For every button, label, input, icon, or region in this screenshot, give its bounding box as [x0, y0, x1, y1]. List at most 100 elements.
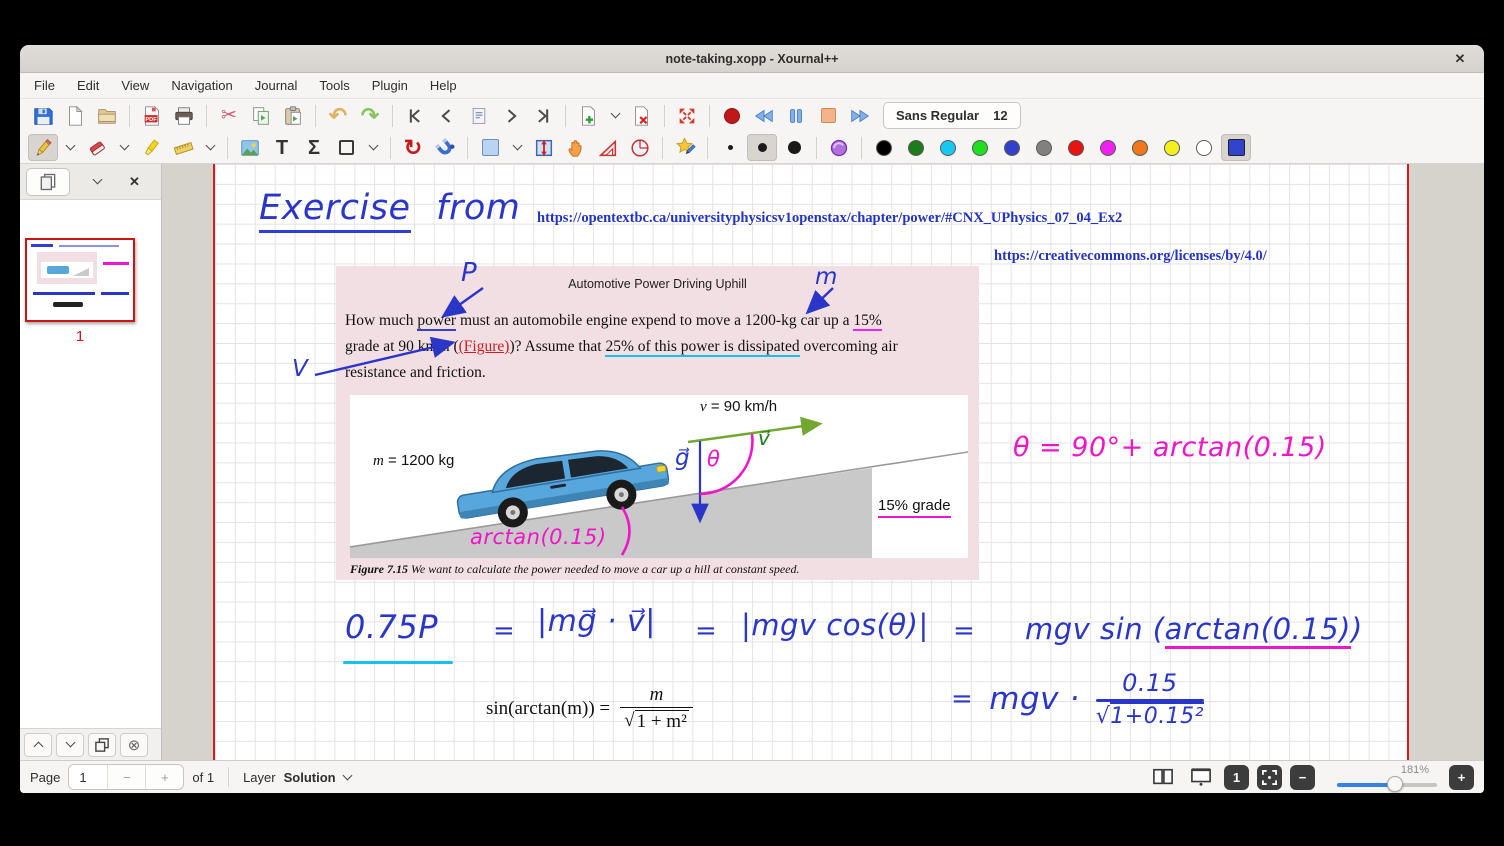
- zoom-slider-thumb[interactable]: [1387, 776, 1403, 792]
- delete-page-button[interactable]: [627, 102, 657, 129]
- dual-page-view-button[interactable]: [1148, 764, 1178, 791]
- stop-button[interactable]: [813, 102, 843, 129]
- insert-image-button[interactable]: [235, 134, 265, 161]
- add-page-dropdown[interactable]: [605, 102, 625, 129]
- menu-edit[interactable]: Edit: [77, 78, 99, 93]
- move-page-down-button[interactable]: [56, 733, 84, 757]
- color-magenta-button[interactable]: [1093, 134, 1123, 161]
- document-page[interactable]: Exercise from https://opentextbc.ca/univ…: [213, 164, 1409, 760]
- theta-label: θ: [707, 447, 720, 471]
- goto-page-button[interactable]: [464, 102, 494, 129]
- move-page-up-button[interactable]: [24, 733, 52, 757]
- menu-navigation[interactable]: Navigation: [171, 78, 232, 93]
- titlebar[interactable]: note-taking.xopp - Xournal++ ✕: [20, 45, 1484, 73]
- text-tool-button[interactable]: T: [267, 134, 297, 161]
- add-page-button[interactable]: [573, 102, 603, 129]
- duplicate-page-button[interactable]: [88, 733, 116, 757]
- shape-recognizer-button[interactable]: ↻: [398, 134, 428, 161]
- eraser-options-dropdown[interactable]: [114, 134, 134, 161]
- color-black-button[interactable]: [869, 134, 899, 161]
- zoom-out-button[interactable]: −: [1290, 765, 1315, 790]
- sidebar-close-icon[interactable]: ✕: [129, 174, 140, 190]
- zoom-fit-button[interactable]: [1257, 765, 1282, 790]
- ruler-options-dropdown[interactable]: [200, 134, 220, 161]
- page-number-input[interactable]: 1: [69, 765, 107, 789]
- color-green-button[interactable]: [901, 134, 931, 161]
- color-yellow-button[interactable]: [1157, 134, 1187, 161]
- layer-chevron-down-icon[interactable]: [342, 770, 352, 780]
- math-tex-button[interactable]: Σ: [299, 134, 329, 161]
- window-close-icon[interactable]: ✕: [1450, 49, 1470, 69]
- color-picker-button[interactable]: [1221, 134, 1251, 161]
- export-pdf-button[interactable]: PDF: [137, 102, 167, 129]
- favorite-pen-button[interactable]: [670, 134, 700, 161]
- color-picker-swatch: [1228, 139, 1245, 156]
- record-button[interactable]: [717, 102, 747, 129]
- ruler-tool-button[interactable]: [168, 134, 198, 161]
- snapping-button[interactable]: [430, 134, 460, 161]
- zoom-in-button[interactable]: +: [1449, 765, 1474, 790]
- select-options-dropdown[interactable]: [507, 134, 527, 161]
- delete-page-sidebar-button[interactable]: ⊗: [120, 733, 148, 757]
- fill-tool-button[interactable]: [824, 134, 854, 161]
- page-minus-button[interactable]: −: [107, 765, 145, 789]
- color-blue-button[interactable]: [997, 134, 1027, 161]
- forward-button[interactable]: [845, 102, 875, 129]
- color-white-button[interactable]: [1189, 134, 1219, 161]
- new-document-button[interactable]: [60, 102, 90, 129]
- pen-tool-button[interactable]: [28, 134, 58, 161]
- previous-page-button[interactable]: [432, 102, 462, 129]
- hand-tool-button[interactable]: [561, 134, 591, 161]
- pause-button[interactable]: [781, 102, 811, 129]
- first-page-button[interactable]: [400, 102, 430, 129]
- menu-plugin[interactable]: Plugin: [372, 78, 408, 93]
- color-red-button[interactable]: [1061, 134, 1091, 161]
- color-orange-button[interactable]: [1125, 134, 1155, 161]
- last-page-button[interactable]: [528, 102, 558, 129]
- thickness-thick-button[interactable]: [779, 134, 809, 161]
- vertical-space-button[interactable]: [529, 134, 559, 161]
- hand-icon: [565, 137, 587, 159]
- color-cyan-button[interactable]: [933, 134, 963, 161]
- menu-tools[interactable]: Tools: [319, 78, 349, 93]
- eq1-equals-1: =: [493, 616, 515, 646]
- color-lightgreen-button[interactable]: [965, 134, 995, 161]
- thickness-fine-button[interactable]: [715, 134, 745, 161]
- open-button[interactable]: [92, 102, 122, 129]
- shape-tool-button[interactable]: [331, 134, 361, 161]
- zoom-slider[interactable]: [1337, 777, 1437, 791]
- color-gray-button[interactable]: [1029, 134, 1059, 161]
- sidebar-preview-tab[interactable]: [26, 168, 70, 196]
- compass-tool-button[interactable]: [625, 134, 655, 161]
- print-button[interactable]: [169, 102, 199, 129]
- menu-journal[interactable]: Journal: [255, 78, 298, 93]
- copy-button[interactable]: [246, 102, 276, 129]
- next-page-button[interactable]: [496, 102, 526, 129]
- page-plus-button[interactable]: +: [145, 765, 183, 789]
- layer-selector[interactable]: Solution: [284, 770, 336, 785]
- fullscreen-button[interactable]: [672, 102, 702, 129]
- redo-button[interactable]: ↷: [355, 102, 385, 129]
- font-button[interactable]: Sans Regular 12: [883, 102, 1021, 129]
- zoom-100-button[interactable]: 1: [1224, 765, 1249, 790]
- presentation-mode-button[interactable]: [1186, 764, 1216, 791]
- sidebar-chevron-down-icon[interactable]: [93, 175, 103, 185]
- pen-options-dropdown[interactable]: [60, 134, 80, 161]
- save-button[interactable]: [28, 102, 58, 129]
- shape-options-dropdown[interactable]: [363, 134, 383, 161]
- select-rectangle-button[interactable]: [475, 134, 505, 161]
- menu-view[interactable]: View: [121, 78, 149, 93]
- cut-button[interactable]: ✂: [214, 102, 244, 129]
- page-thumbnail[interactable]: [25, 238, 135, 322]
- menu-help[interactable]: Help: [430, 78, 457, 93]
- paste-button[interactable]: [278, 102, 308, 129]
- setsquare-tool-button[interactable]: [593, 134, 623, 161]
- undo-button[interactable]: ↶: [323, 102, 353, 129]
- rewind-button[interactable]: [749, 102, 779, 129]
- thickness-medium-button[interactable]: [747, 134, 777, 161]
- figure-link[interactable]: (Figure): [459, 338, 510, 355]
- menu-file[interactable]: File: [34, 78, 55, 93]
- exercise-line-3: resistance and friction.: [345, 360, 898, 386]
- highlighter-tool-button[interactable]: [136, 134, 166, 161]
- eraser-tool-button[interactable]: [82, 134, 112, 161]
